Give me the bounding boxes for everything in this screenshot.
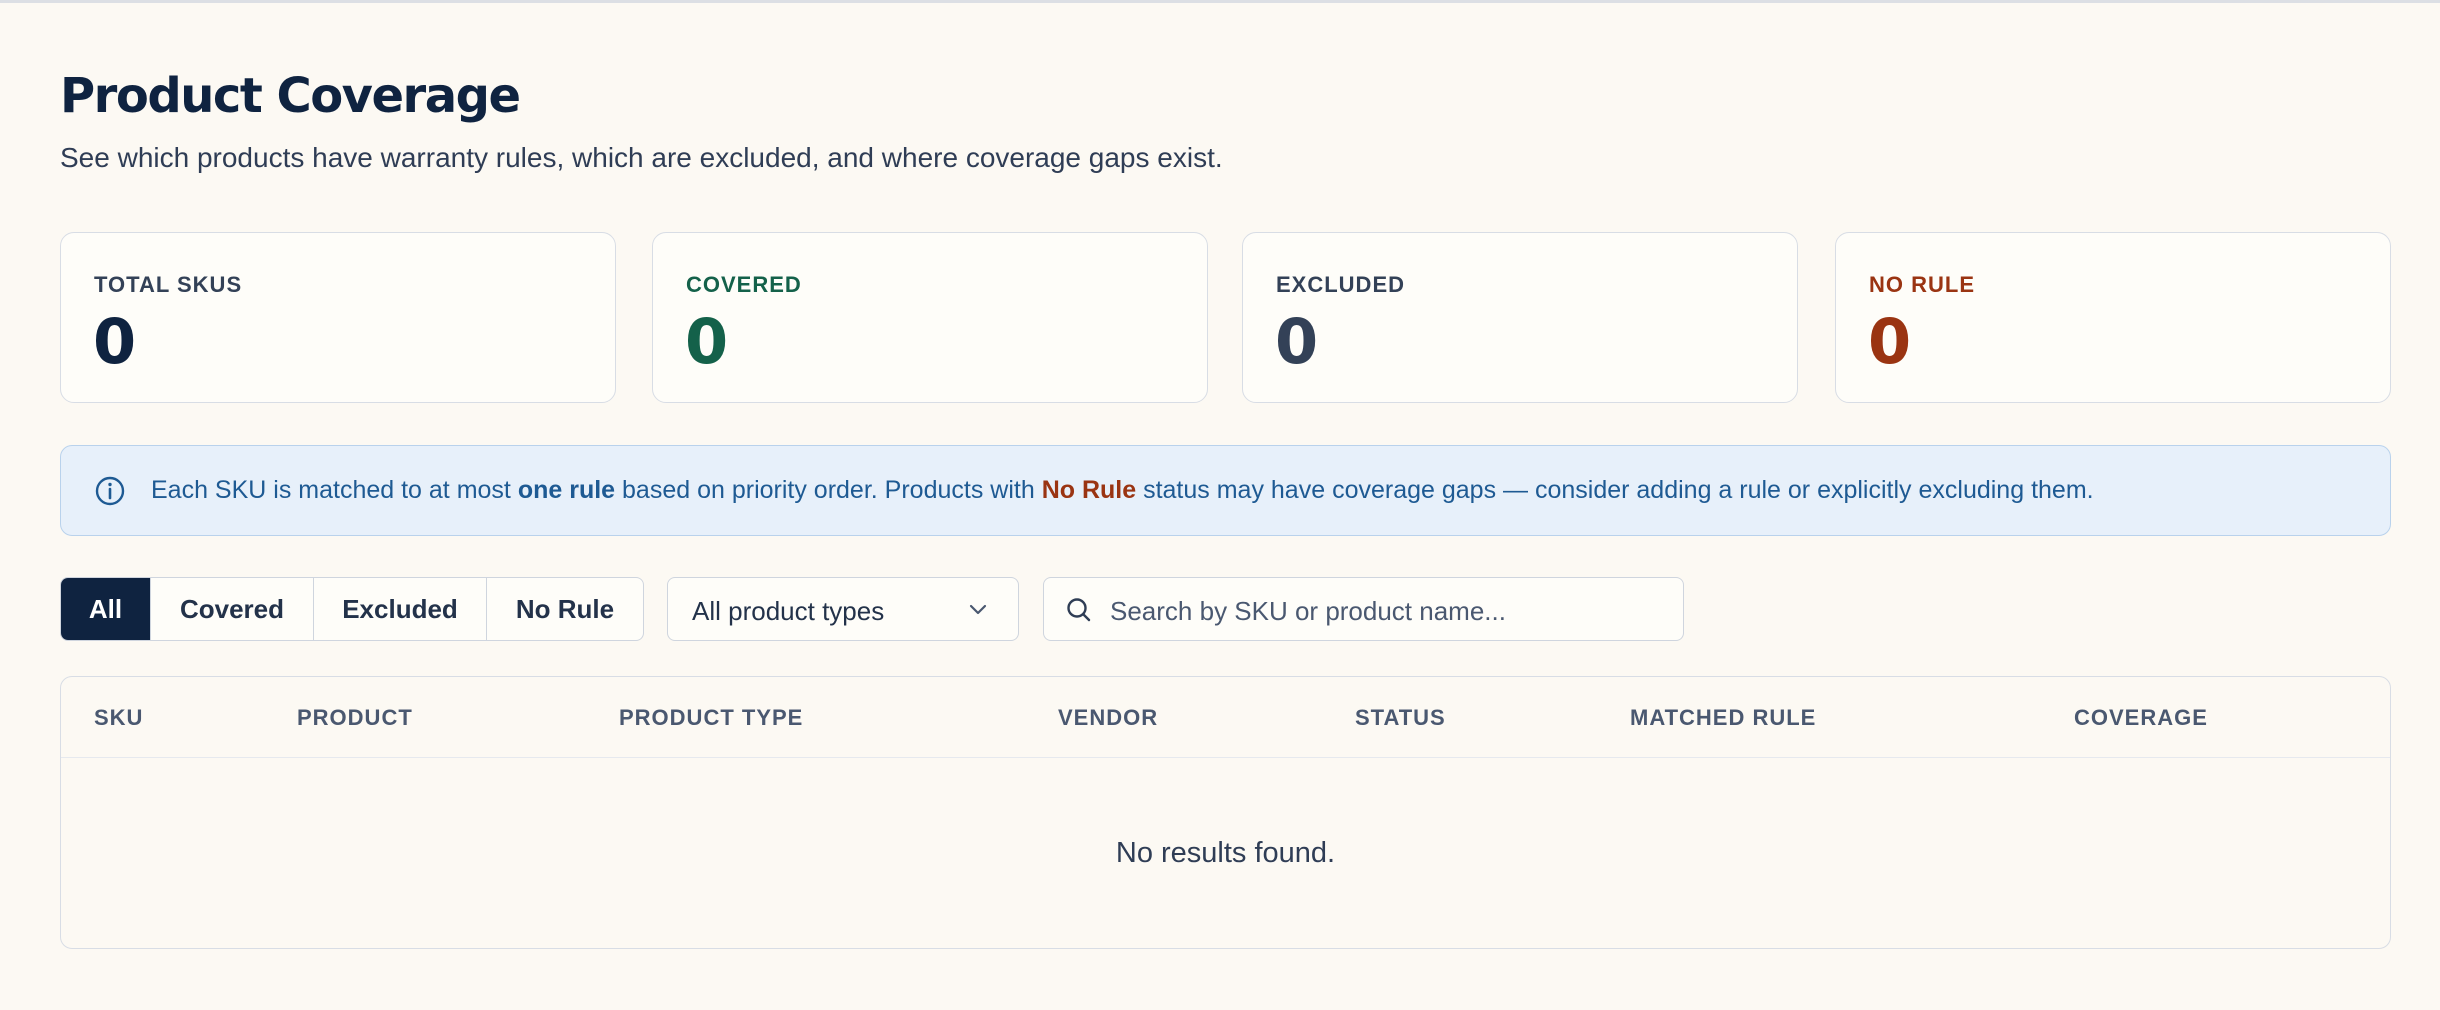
column-header-product-type[interactable]: PRODUCT TYPE bbox=[619, 705, 803, 731]
stat-card-total-skus: TOTAL SKUS 0 bbox=[60, 232, 616, 403]
page-title: Product Coverage bbox=[60, 68, 521, 124]
table-header: SKU PRODUCT PRODUCT TYPE VENDOR STATUS M… bbox=[61, 677, 2390, 758]
stat-card-no-rule: NO RULE 0 bbox=[1835, 232, 2391, 403]
coverage-table: SKU PRODUCT PRODUCT TYPE VENDOR STATUS M… bbox=[60, 676, 2391, 949]
filter-all[interactable]: All bbox=[61, 578, 151, 640]
stat-label: TOTAL SKUS bbox=[94, 272, 243, 297]
info-message: Each SKU is matched to at most one rule … bbox=[151, 476, 2094, 505]
column-header-status[interactable]: STATUS bbox=[1355, 705, 1446, 731]
top-divider bbox=[0, 0, 2440, 3]
filter-no-rule[interactable]: No Rule bbox=[487, 578, 643, 640]
filter-covered[interactable]: Covered bbox=[151, 578, 314, 640]
stat-value: 0 bbox=[93, 305, 137, 378]
stat-value: 0 bbox=[685, 305, 729, 378]
chevron-down-icon bbox=[969, 604, 987, 615]
info-text: status may have coverage gaps — consider… bbox=[1136, 476, 2094, 504]
info-emphasis-one-rule: one rule bbox=[517, 476, 616, 504]
info-text: based on priority order. Products with bbox=[615, 476, 1042, 504]
column-header-sku[interactable]: SKU bbox=[94, 705, 143, 731]
stat-card-covered: COVERED 0 bbox=[652, 232, 1208, 403]
product-type-select[interactable]: All product types bbox=[667, 577, 1019, 641]
column-header-matched-rule[interactable]: MATCHED RULE bbox=[1630, 705, 1816, 731]
product-type-value: All product types bbox=[692, 596, 885, 626]
status-filter-segmented: All Covered Excluded No Rule bbox=[60, 577, 644, 641]
stats-row: TOTAL SKUS 0 COVERED 0 EXCLUDED 0 NO RUL… bbox=[60, 232, 2391, 405]
stat-label: NO RULE bbox=[1869, 272, 1975, 297]
filter-excluded[interactable]: Excluded bbox=[314, 578, 487, 640]
stat-label: EXCLUDED bbox=[1276, 272, 1406, 297]
column-header-coverage[interactable]: COVERAGE bbox=[2074, 705, 2208, 731]
info-banner: Each SKU is matched to at most one rule … bbox=[60, 445, 2391, 536]
search-icon bbox=[1067, 598, 1091, 622]
stat-card-excluded: EXCLUDED 0 bbox=[1242, 232, 1798, 403]
stat-value: 0 bbox=[1868, 305, 1912, 378]
page-subtitle: See which products have warranty rules, … bbox=[60, 142, 1223, 173]
empty-state-message: No results found. bbox=[1115, 837, 1336, 869]
stat-value: 0 bbox=[1275, 305, 1319, 378]
search-box bbox=[1043, 577, 1684, 641]
stat-label: COVERED bbox=[686, 272, 802, 297]
search-input[interactable] bbox=[1108, 590, 1672, 632]
info-emphasis-no-rule: No Rule bbox=[1041, 476, 1137, 504]
info-circle-icon bbox=[95, 476, 125, 506]
column-header-vendor[interactable]: VENDOR bbox=[1058, 705, 1158, 731]
column-header-product[interactable]: PRODUCT bbox=[297, 705, 413, 731]
info-text: Each SKU is matched to at most bbox=[151, 476, 518, 504]
